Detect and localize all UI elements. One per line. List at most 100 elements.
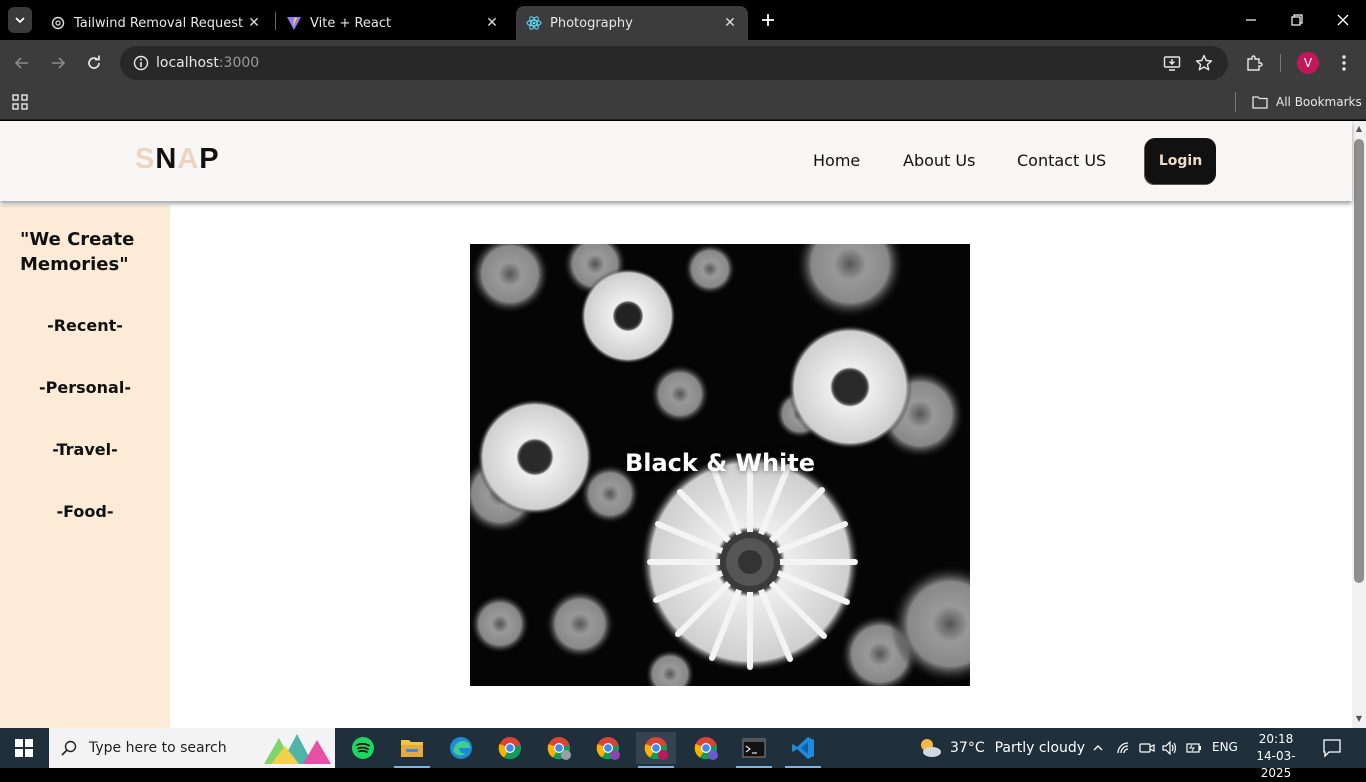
weather-widget[interactable]: 37°C Partly cloudy [918, 728, 1085, 768]
forward-button[interactable] [46, 51, 70, 75]
show-hidden-icons-button[interactable] [1088, 738, 1108, 758]
taskbar-chrome-3[interactable] [588, 732, 628, 764]
browser-tab-bar: Tailwind Removal Request ✕ Vite + React … [0, 0, 1366, 40]
taskbar-vscode[interactable] [783, 732, 823, 768]
category-sidebar: "We Create Memories" -Recent- -Personal-… [0, 205, 170, 728]
restore-button[interactable] [1285, 8, 1309, 32]
edge-icon [450, 737, 472, 759]
page-viewport: S N A P Home About Us Contact US Login "… [0, 121, 1366, 728]
clock-date: 14-03-2025 [1256, 749, 1296, 780]
install-app-icon[interactable] [1160, 51, 1184, 75]
taskbar-file-explorer[interactable] [392, 732, 432, 768]
weather-condition: Partly cloudy [994, 740, 1086, 756]
chrome-icon [498, 737, 522, 760]
nav-home-link[interactable]: Home [813, 151, 860, 170]
sidebar-item-travel[interactable]: -Travel- [0, 440, 170, 459]
meet-now-status[interactable] [1137, 738, 1157, 758]
taskbar-chrome-2[interactable] [539, 732, 579, 764]
close-icon [1337, 14, 1349, 26]
scroll-up-icon[interactable]: ▲ [1355, 125, 1363, 133]
close-window-button[interactable] [1331, 8, 1355, 32]
restore-icon [1291, 14, 1303, 26]
partly-cloudy-icon [921, 739, 941, 757]
spotify-icon [352, 737, 374, 759]
browser-menu-button[interactable] [1332, 51, 1356, 75]
page-scrollbar[interactable]: ▲ ▼ [1352, 121, 1366, 728]
taskbar-edge[interactable] [441, 732, 481, 764]
taskbar-chrome-4[interactable] [686, 732, 726, 764]
speaker-icon [1162, 741, 1177, 755]
volume-control[interactable] [1160, 738, 1180, 758]
tab-title: Vite + React [310, 15, 392, 31]
back-button[interactable] [10, 51, 34, 75]
close-tab-icon[interactable]: ✕ [484, 15, 500, 31]
featured-photo[interactable]: Black & White [470, 244, 970, 686]
taskbar-search-box[interactable]: Type here to search [49, 728, 335, 768]
photo-caption: Black & White [624, 449, 816, 477]
search-placeholder: Type here to search [89, 740, 227, 756]
chrome-icon [694, 737, 718, 760]
browser-tab-2[interactable]: Vite + React ✕ [276, 6, 510, 40]
notifications-icon[interactable] [1322, 738, 1342, 758]
login-button[interactable]: Login [1145, 138, 1216, 184]
puzzle-icon [1247, 55, 1263, 71]
kebab-menu-icon [1342, 55, 1346, 71]
video-camera-icon [1139, 743, 1155, 753]
extensions-button[interactable] [1242, 51, 1266, 75]
logo-letter: P [199, 143, 220, 175]
chevron-up-icon [1093, 745, 1103, 751]
reload-button[interactable] [82, 51, 106, 75]
address-bar[interactable]: localhost:3000 [120, 46, 1228, 80]
scroll-down-icon[interactable]: ▼ [1355, 715, 1363, 723]
new-tab-button[interactable] [758, 10, 778, 30]
sidebar-item-recent[interactable]: -Recent- [0, 316, 170, 335]
logo-letter: N [155, 143, 178, 175]
folder-icon [401, 740, 423, 757]
search-icon [61, 740, 77, 756]
chrome-icon [547, 737, 571, 760]
tab-title: Tailwind Removal Request [74, 15, 244, 31]
react-icon [526, 15, 542, 31]
nav-contact-link[interactable]: Contact US [1017, 151, 1106, 170]
minimize-button[interactable] [1239, 8, 1263, 32]
logo-letter: S [135, 143, 156, 175]
apps-grid-icon[interactable] [11, 93, 29, 111]
chrome-icon [644, 737, 668, 760]
site-info-icon[interactable] [124, 46, 158, 80]
wifi-icon [1117, 742, 1129, 754]
system-clock[interactable]: 20:18 14-03-2025 [1251, 731, 1301, 782]
nav-about-link[interactable]: About Us [903, 151, 975, 170]
profile-avatar[interactable]: V [1297, 52, 1319, 74]
terminal-icon [742, 738, 766, 758]
close-tab-icon[interactable]: ✕ [246, 15, 262, 31]
taskbar-chrome-active[interactable] [636, 732, 676, 768]
all-bookmarks-button[interactable]: All Bookmarks [1252, 92, 1362, 112]
tab-search-button[interactable] [8, 7, 32, 33]
scrollbar-thumb[interactable] [1354, 139, 1364, 583]
input-language[interactable]: ENG [1212, 740, 1238, 754]
bookmark-star-icon[interactable] [1192, 51, 1216, 75]
start-button[interactable] [0, 728, 48, 768]
chrome-icon [596, 737, 620, 760]
wifi-status[interactable] [1114, 738, 1134, 758]
minimize-icon [1246, 19, 1256, 21]
vite-icon [286, 15, 302, 31]
taskbar-terminal[interactable] [734, 732, 774, 768]
sidebar-item-food[interactable]: -Food- [0, 502, 170, 521]
vscode-icon [792, 737, 814, 759]
browser-toolbar: localhost:3000 V [0, 40, 1366, 86]
battery-icon [1186, 743, 1201, 753]
taskbar-spotify[interactable] [343, 732, 383, 764]
windows-taskbar: Type here to search 37°C Partly cloudy E… [0, 728, 1366, 780]
site-navbar: S N A P Home About Us Contact US Login [0, 121, 1352, 201]
close-tab-icon[interactable]: ✕ [722, 15, 738, 31]
battery-status[interactable] [1184, 738, 1204, 758]
site-logo[interactable]: S N A P [135, 143, 220, 176]
browser-tab-3-active[interactable]: Photography ✕ [516, 6, 748, 40]
hero-daisy [640, 452, 860, 672]
browser-tab-1[interactable]: Tailwind Removal Request ✕ [40, 6, 272, 40]
arrow-left-icon [14, 57, 28, 69]
chevron-down-icon [15, 17, 25, 24]
taskbar-chrome-1[interactable] [490, 732, 530, 764]
sidebar-item-personal[interactable]: -Personal- [0, 378, 170, 397]
